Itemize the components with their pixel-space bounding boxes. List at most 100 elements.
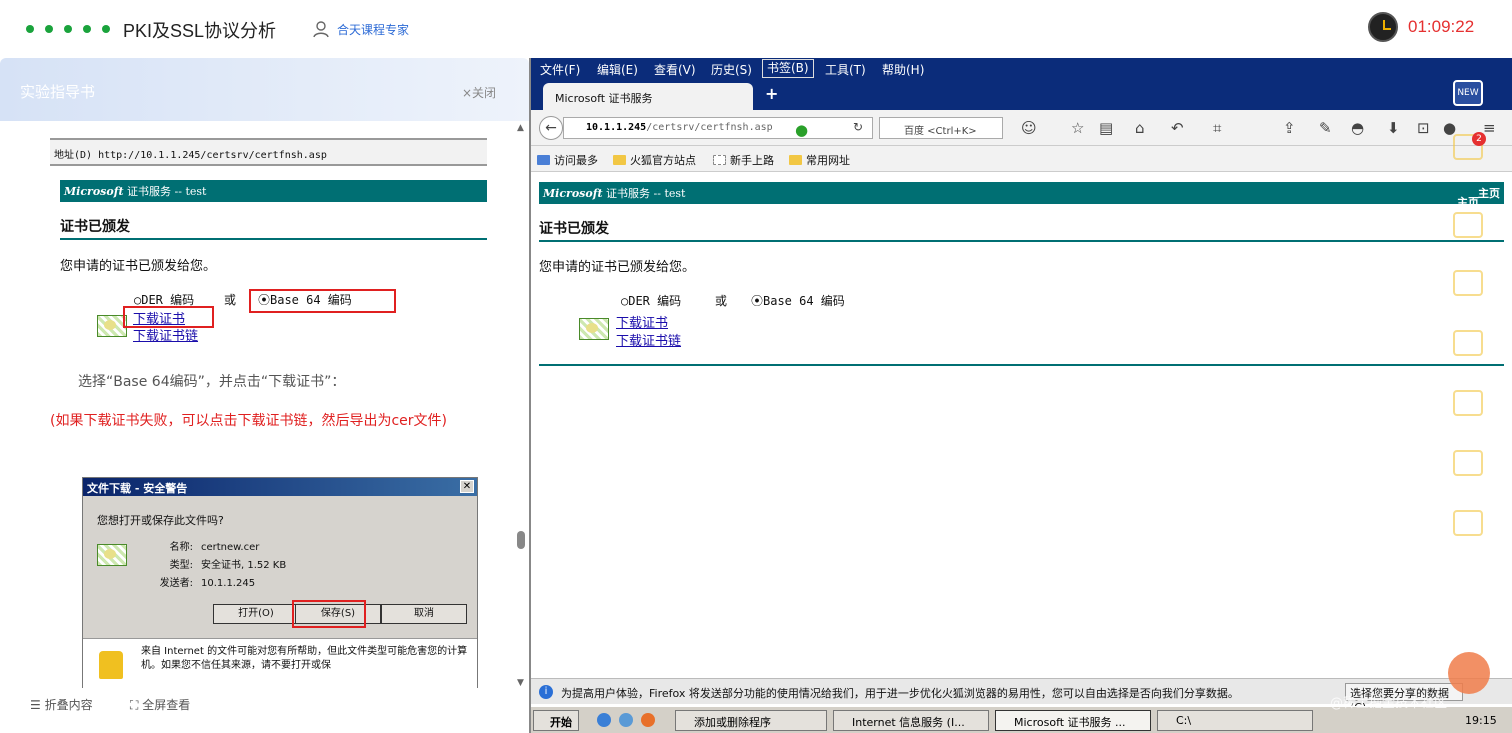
download-icon[interactable]: ⬇ (1387, 119, 1400, 137)
highlight-save (292, 600, 366, 628)
scroll-up-icon[interactable]: ▲ (517, 123, 524, 133)
download-certificate-chain-link[interactable]: 下载证书链 (616, 330, 681, 349)
menu-view[interactable]: 查看(V) (654, 61, 696, 78)
fullscreen-view-button[interactable]: ⛶ 全屏查看 (130, 696, 190, 713)
guide-close-button[interactable]: ×关闭 (462, 84, 496, 101)
start-button[interactable]: 开始 (533, 710, 579, 731)
app-title: PKI及SSL协议分析 (123, 21, 277, 41)
bookmark-firefox-site[interactable]: 火狐官方站点 (613, 152, 696, 168)
base64-encoding-radio[interactable]: ⦿Base 64 编码 (751, 292, 845, 309)
task-iis[interactable]: Internet 信息服务 (I... (833, 710, 989, 731)
bookmark-most-visited[interactable]: 访问最多 (537, 152, 598, 168)
shot-ms-banner: Microsoft 证书服务 -- test (60, 180, 487, 202)
firefox-icon[interactable] (641, 713, 655, 727)
star-icon[interactable]: ☆ (1071, 119, 1084, 137)
certificate-icon (97, 544, 127, 566)
share-icon[interactable]: ⇪ (1283, 119, 1296, 137)
undo-icon[interactable]: ↶ (1171, 119, 1184, 137)
menu-bookmarks[interactable]: 书签(B) (762, 59, 814, 78)
or-label: 或 (715, 294, 728, 308)
crop-icon[interactable]: ⌗ (1213, 119, 1221, 137)
back-arrow-icon[interactable]: ← (539, 116, 563, 140)
fullscreen-tool-button[interactable] (1450, 270, 1486, 296)
download-certificate-link[interactable]: 下载证书 (616, 312, 668, 331)
tools-button[interactable] (1450, 212, 1486, 238)
watermark: @稀土掘金技术社区 (1330, 696, 1448, 711)
bookmark-list-icon[interactable]: ▤ (1099, 119, 1113, 137)
menu-history[interactable]: 历史(S) (711, 61, 752, 78)
new-icon: NEW (1453, 80, 1483, 106)
app-header: PKI及SSL协议分析 合天课程专家 01:09:22 (0, 0, 1512, 58)
timer-value: 01:09:22 (1408, 17, 1475, 36)
task-c-drive[interactable]: C:\ (1157, 710, 1313, 731)
page-paragraph: 您申请的证书已颁发给您。 (539, 260, 696, 275)
tab-ms-cert-service[interactable]: Microsoft 证书服务 (543, 83, 753, 110)
der-encoding-radio[interactable]: ○DER 编码 (621, 292, 681, 309)
go-icon[interactable]: ● (795, 121, 808, 139)
task-add-remove-programs[interactable]: 添加或删除程序 (675, 710, 827, 731)
search-input[interactable]: 百度 <Ctrl+K> (879, 117, 1003, 139)
tools-icon (1453, 212, 1483, 238)
dialog-title: 文件下载 - 安全警告 (83, 478, 477, 496)
scroll-down-icon[interactable]: ▼ (517, 678, 524, 688)
page-icon (713, 155, 726, 165)
feedback-tool-button[interactable] (1450, 510, 1486, 536)
info-icon: i (539, 685, 553, 699)
wrench-icon[interactable] (1448, 652, 1490, 694)
reload-icon[interactable]: ↻ (853, 120, 863, 134)
bookmark-common-sites[interactable]: 常用网址 (789, 152, 850, 168)
book-icon (1453, 330, 1483, 356)
bookmark-getting-started[interactable]: 新手上路 (713, 152, 774, 168)
dialog-question: 您想打开或保存此文件吗? (97, 514, 224, 527)
lab-guide-panel: 实验指导书 ×关闭 地址(D) http://10.1.1.245/certsr… (0, 58, 529, 733)
highlight-base64 (249, 289, 396, 313)
new-tab-button[interactable]: + (765, 84, 778, 103)
shot-or-label: 或 (224, 293, 237, 307)
screenshot-icon[interactable]: ⊡ (1417, 119, 1430, 137)
ie-icon[interactable] (597, 713, 611, 727)
message-button[interactable]: 2 (1450, 132, 1486, 160)
shot-heading: 证书已颁发 (60, 216, 487, 240)
guide-header: 实验指导书 ×关闭 (0, 58, 529, 121)
menu-help[interactable]: 帮助(H) (882, 61, 924, 78)
menu-file[interactable]: 文件(F) (540, 61, 580, 78)
folder-icon (789, 155, 802, 165)
notification-message: 为提高用户体验，Firefox 将发送部分功能的使用情况给我们，用于进一步优化火… (561, 687, 1239, 700)
tool-icon[interactable]: ✎ (1319, 119, 1332, 137)
session-timer: 01:09:22 (1368, 12, 1474, 42)
browser-navbar: ← 10.1.1.245/certsrv/certfnsh.asp ● ↻ 百度… (531, 110, 1512, 146)
notes-tool-button[interactable] (1450, 390, 1486, 416)
virtual-machine-screen[interactable]: 文件(F) 编辑(E) 查看(V) 历史(S) 书签(B) 工具(T) 帮助(H… (529, 58, 1512, 733)
question-icon (1453, 450, 1483, 476)
qa-tool-button[interactable] (1450, 450, 1486, 476)
task-ms-cert-service[interactable]: Microsoft 证书服务 ... (995, 710, 1151, 731)
expand-icon (1453, 270, 1483, 296)
guide-tool-button[interactable] (1450, 330, 1486, 356)
collapse-content-button[interactable]: ☰ 折叠内容 (30, 696, 93, 713)
shot-address-bar: 地址(D) http://10.1.1.245/certsrv/certfnsh… (50, 138, 487, 166)
guide-scrollbar[interactable]: ▲ ▼ (514, 121, 529, 688)
close-icon: ✕ (460, 480, 474, 493)
browser-page-content: Microsoft 证书服务 -- test 主页 证书已颁发 您申请的证书已颁发… (531, 172, 1512, 676)
home-page-label[interactable]: 主页 (1450, 194, 1486, 210)
guide-title: 实验指导书 (20, 83, 96, 101)
clock-icon (1368, 12, 1398, 42)
home-icon[interactable]: ⌂ (1135, 119, 1145, 137)
user-icon (313, 21, 329, 38)
scroll-thumb[interactable] (517, 531, 525, 549)
menu-edit[interactable]: 编辑(E) (597, 61, 638, 78)
menu-tools[interactable]: 工具(T) (825, 61, 866, 78)
url-input[interactable]: 10.1.1.245/certsrv/certfnsh.asp (563, 117, 873, 139)
mask-icon[interactable]: ◓ (1351, 119, 1364, 137)
pencil-icon (1453, 390, 1483, 416)
page-divider (539, 364, 1504, 366)
dialog-type-row: 类型: 安全证书, 1.52 KB (169, 560, 287, 571)
course-expert-link[interactable]: 合天课程专家 (313, 20, 409, 38)
emoji-icon[interactable]: ☺ (1021, 119, 1037, 137)
shot-paragraph: 您申请的证书已颁发给您。 (60, 259, 217, 274)
shield-icon (99, 651, 123, 679)
new-feature-button[interactable]: NEW (1450, 80, 1486, 106)
dialog-name-row: 名称: certnew.cer (169, 542, 260, 553)
explorer-icon[interactable] (619, 713, 633, 727)
guide-content: 地址(D) http://10.1.1.245/certsrv/certfnsh… (0, 121, 514, 688)
